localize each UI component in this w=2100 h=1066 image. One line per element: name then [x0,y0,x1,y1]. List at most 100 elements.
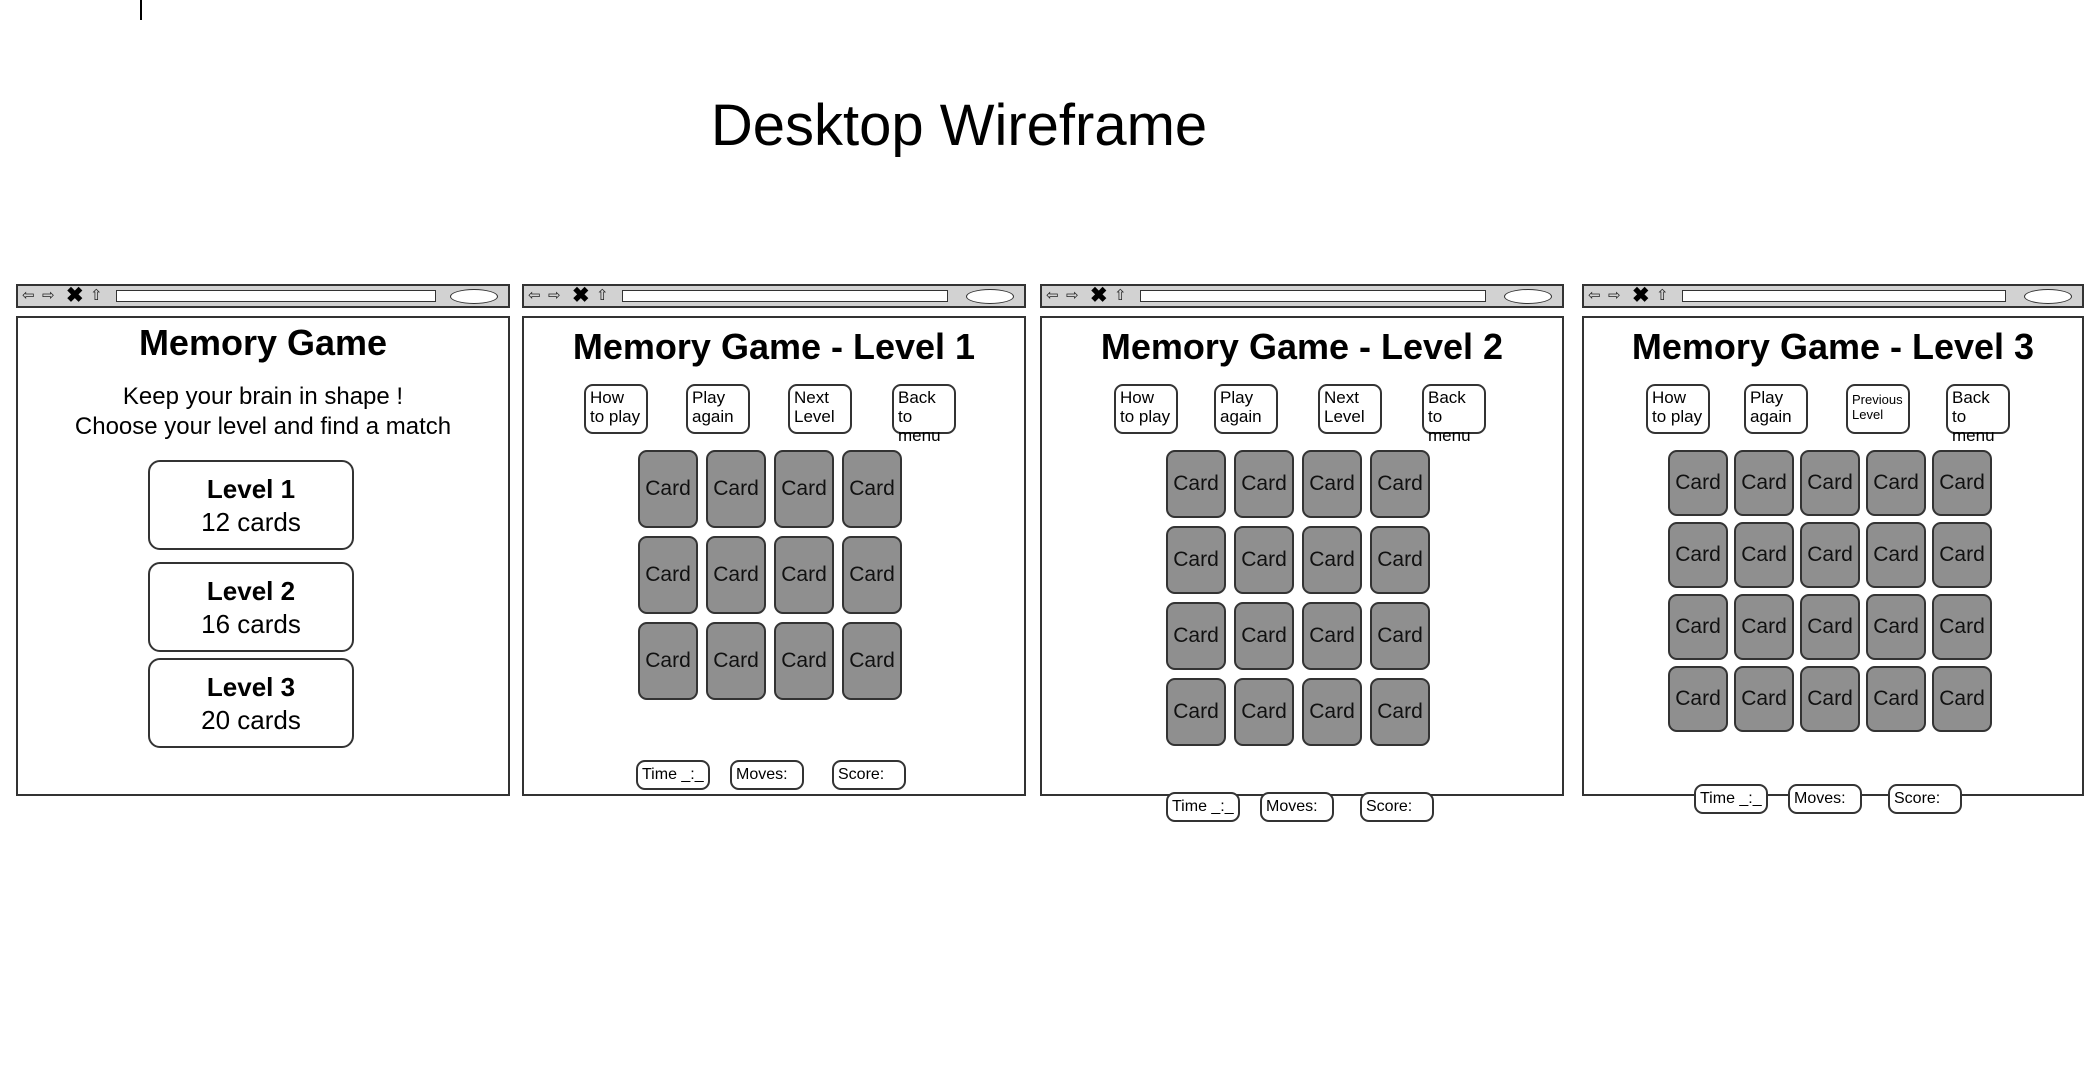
memory-card[interactable]: Card [638,622,698,700]
level-2-button[interactable]: Level 2 16 cards [148,562,354,652]
page-title: Desktop Wireframe [710,93,1208,158]
menu-title: Memory Game [138,322,388,363]
back-to-menu-button[interactable]: Back to menu [1946,384,2010,445]
memory-card[interactable]: Card [1234,678,1294,746]
level-name: Level 3 [206,672,296,702]
level-3-button[interactable]: Level 3 20 cards [148,658,354,748]
memory-card[interactable]: Card [774,622,834,700]
forward-arrow-icon[interactable]: ⇨ [1608,287,1621,305]
back-arrow-icon[interactable]: ⇦ [1046,287,1059,305]
memory-card[interactable]: Card [1302,450,1362,518]
memory-card[interactable]: Card [1734,594,1794,660]
memory-card[interactable]: Card [1932,594,1992,660]
memory-card[interactable]: Card [1370,678,1430,746]
memory-card[interactable]: Card [1234,526,1294,594]
game-viewport: Memory Game - Level 1 How to play Play aga… [522,316,1026,796]
memory-card[interactable]: Card [842,450,902,528]
home-icon[interactable]: ⇧ [596,287,609,305]
search-oval-icon[interactable] [966,289,1014,304]
level-card-count: 12 cards [201,507,301,537]
memory-card[interactable]: Card [1370,526,1430,594]
search-oval-icon[interactable] [1504,289,1552,304]
memory-card[interactable]: Card [1234,602,1294,670]
memory-card[interactable]: Card [1734,666,1794,732]
close-icon[interactable]: ✖ [66,285,84,307]
memory-card[interactable]: Card [1866,594,1926,660]
back-to-menu-button[interactable]: Back to menu [892,384,956,445]
memory-card[interactable]: Card [1234,450,1294,518]
close-icon[interactable]: ✖ [1632,285,1650,307]
url-bar[interactable] [622,290,948,302]
close-icon[interactable]: ✖ [1090,285,1108,307]
time-display: Time _:_ [636,760,710,790]
memory-card[interactable]: Card [842,622,902,700]
memory-card[interactable]: Card [1370,602,1430,670]
memory-card[interactable]: Card [1932,522,1992,588]
forward-arrow-icon[interactable]: ⇨ [548,287,561,305]
level-nav-button[interactable]: Next Level [788,384,852,434]
home-icon[interactable]: ⇧ [90,287,103,305]
how-to-play-button[interactable]: How to play [584,384,648,434]
url-bar[interactable] [1140,290,1486,302]
memory-card[interactable]: Card [638,536,698,614]
memory-card[interactable]: Card [774,536,834,614]
memory-card[interactable]: Card [1734,450,1794,516]
menu-tagline: Keep your brain in shape ! Choose your l… [18,382,508,442]
level-name: Level 1 [206,474,296,504]
memory-card[interactable]: Card [638,450,698,528]
home-icon[interactable]: ⇧ [1114,287,1127,305]
forward-arrow-icon[interactable]: ⇨ [1066,287,1079,305]
memory-card[interactable]: Card [1866,450,1926,516]
memory-card[interactable]: Card [774,450,834,528]
search-oval-icon[interactable] [450,289,498,304]
memory-card[interactable]: Card [1800,450,1860,516]
back-arrow-icon[interactable]: ⇦ [528,287,541,305]
score-display: Score: [1360,792,1434,822]
memory-card[interactable]: Card [1734,522,1794,588]
memory-card[interactable]: Card [1668,450,1728,516]
back-arrow-icon[interactable]: ⇦ [1588,287,1601,305]
url-bar[interactable] [1682,290,2006,302]
memory-card[interactable]: Card [1932,666,1992,732]
memory-card[interactable]: Card [842,536,902,614]
close-icon[interactable]: ✖ [572,285,590,307]
time-display: Time _:_ [1694,784,1768,814]
memory-card[interactable]: Card [706,450,766,528]
search-oval-icon[interactable] [2024,289,2072,304]
level-nav-button[interactable]: Previous Level [1846,384,1910,434]
level-1-button[interactable]: Level 1 12 cards [148,460,354,550]
play-again-button[interactable]: Play again [686,384,750,434]
memory-card[interactable]: Card [1166,526,1226,594]
memory-card[interactable]: Card [1302,678,1362,746]
memory-card[interactable]: Card [1800,666,1860,732]
how-to-play-button[interactable]: How to play [1646,384,1710,434]
memory-card[interactable]: Card [1668,666,1728,732]
memory-card[interactable]: Card [1166,602,1226,670]
memory-card[interactable]: Card [1866,522,1926,588]
memory-card[interactable]: Card [1668,522,1728,588]
memory-card[interactable]: Card [1668,594,1728,660]
play-again-button[interactable]: Play again [1744,384,1808,434]
level-title: Memory Game - Level 1 [572,326,976,367]
forward-arrow-icon[interactable]: ⇨ [42,287,55,305]
memory-card[interactable]: Card [706,536,766,614]
memory-card[interactable]: Card [1302,526,1362,594]
level-nav-button[interactable]: Next Level [1318,384,1382,434]
back-arrow-icon[interactable]: ⇦ [22,287,35,305]
back-to-menu-button[interactable]: Back to menu [1422,384,1486,445]
home-icon[interactable]: ⇧ [1656,287,1669,305]
score-display: Score: [1888,784,1962,814]
memory-card[interactable]: Card [1370,450,1430,518]
memory-card[interactable]: Card [706,622,766,700]
memory-card[interactable]: Card [1166,678,1226,746]
play-again-button[interactable]: Play again [1214,384,1278,434]
memory-card[interactable]: Card [1866,666,1926,732]
menu-viewport: Memory Game Keep your brain in shape ! C… [16,316,510,796]
memory-card[interactable]: Card [1800,594,1860,660]
memory-card[interactable]: Card [1932,450,1992,516]
how-to-play-button[interactable]: How to play [1114,384,1178,434]
memory-card[interactable]: Card [1800,522,1860,588]
memory-card[interactable]: Card [1302,602,1362,670]
url-bar[interactable] [116,290,436,302]
memory-card[interactable]: Card [1166,450,1226,518]
